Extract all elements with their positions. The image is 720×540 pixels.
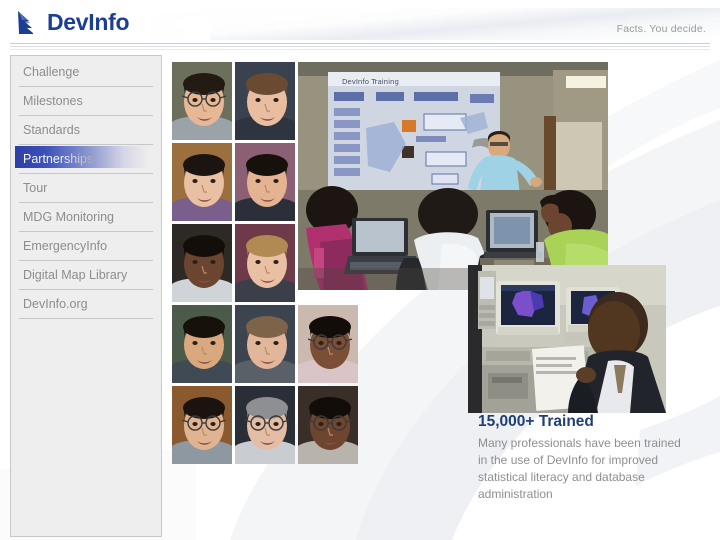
header-divider-line-2: [10, 46, 710, 47]
page-header: DevInfo Facts. You decide.: [0, 0, 720, 52]
portrait-woman-blonde-smiling: [235, 224, 295, 302]
training-classroom-photo: DevInfo Training: [298, 62, 608, 290]
portrait-man-dark-suit: [235, 143, 295, 221]
sidebar-item-label: Milestones: [23, 94, 83, 108]
sidebar-item-milestones[interactable]: Milestones: [19, 87, 153, 116]
devinfo-logo[interactable]: DevInfo: [16, 6, 130, 38]
portrait-man-glasses-smiling: [172, 386, 232, 464]
portrait-woman-older-glasses: [235, 386, 295, 464]
sidebar-item-devinfo-org[interactable]: DevInfo.org: [19, 290, 153, 319]
sidebar-item-label: Standards: [23, 123, 80, 137]
portrait-young-man-short-hair: [235, 305, 295, 383]
sidebar-item-label: DevInfo.org: [23, 297, 88, 311]
sidebar-item-label: Tour: [23, 181, 48, 195]
portrait-woman-curly-hair: [235, 62, 295, 140]
sidebar-item-label: Partnerships: [19, 152, 93, 166]
sidebar-navigation: Challenge Milestones Standards Partnerships…: [10, 55, 162, 537]
caption-title: 15,000+ Trained: [478, 413, 594, 430]
sidebar-item-digital-map-library[interactable]: Digital Map Library: [19, 261, 153, 290]
portrait-man-glasses-asian: [172, 62, 232, 140]
sidebar-item-tour[interactable]: Tour: [19, 174, 153, 203]
logo-wordmark: DevInfo: [47, 8, 130, 35]
sidebar-item-label: EmergencyInfo: [23, 239, 108, 253]
sidebar-item-label: Challenge: [23, 65, 80, 79]
sidebar-item-emergencyinfo[interactable]: EmergencyInfo: [19, 232, 153, 261]
sidebar-item-label: Digital Map Library: [23, 268, 128, 282]
computer-lab-photo: [468, 265, 666, 413]
portrait-woman-long-dark-hair: [172, 305, 232, 383]
sidebar-item-challenge[interactable]: Challenge: [19, 58, 153, 87]
caption-body: Many professionals have been trained in …: [478, 435, 681, 501]
sidebar-item-standards[interactable]: Standards: [19, 116, 153, 145]
header-tagline: Facts. You decide.: [616, 23, 706, 35]
portrait-woman-short-black-hair: [172, 143, 232, 221]
portrait-man-african-shirt: [172, 224, 232, 302]
svg-text:DevInfo Training: DevInfo Training: [342, 78, 399, 86]
sidebar-item-mdg-monitoring[interactable]: MDG Monitoring: [19, 203, 153, 232]
sidebar-item-partnerships[interactable]: Partnerships: [15, 145, 153, 174]
portrait-man-african-glasses: [298, 386, 358, 464]
portrait-woman-glasses-african: [298, 305, 358, 383]
devinfo-swoosh-icon: [18, 11, 33, 34]
header-divider-line-3: [10, 49, 710, 50]
caption-block: 15,000+ Trained Many professionals have …: [478, 413, 693, 503]
sidebar-item-label: MDG Monitoring: [23, 210, 114, 224]
header-divider-line-1: [10, 43, 710, 44]
